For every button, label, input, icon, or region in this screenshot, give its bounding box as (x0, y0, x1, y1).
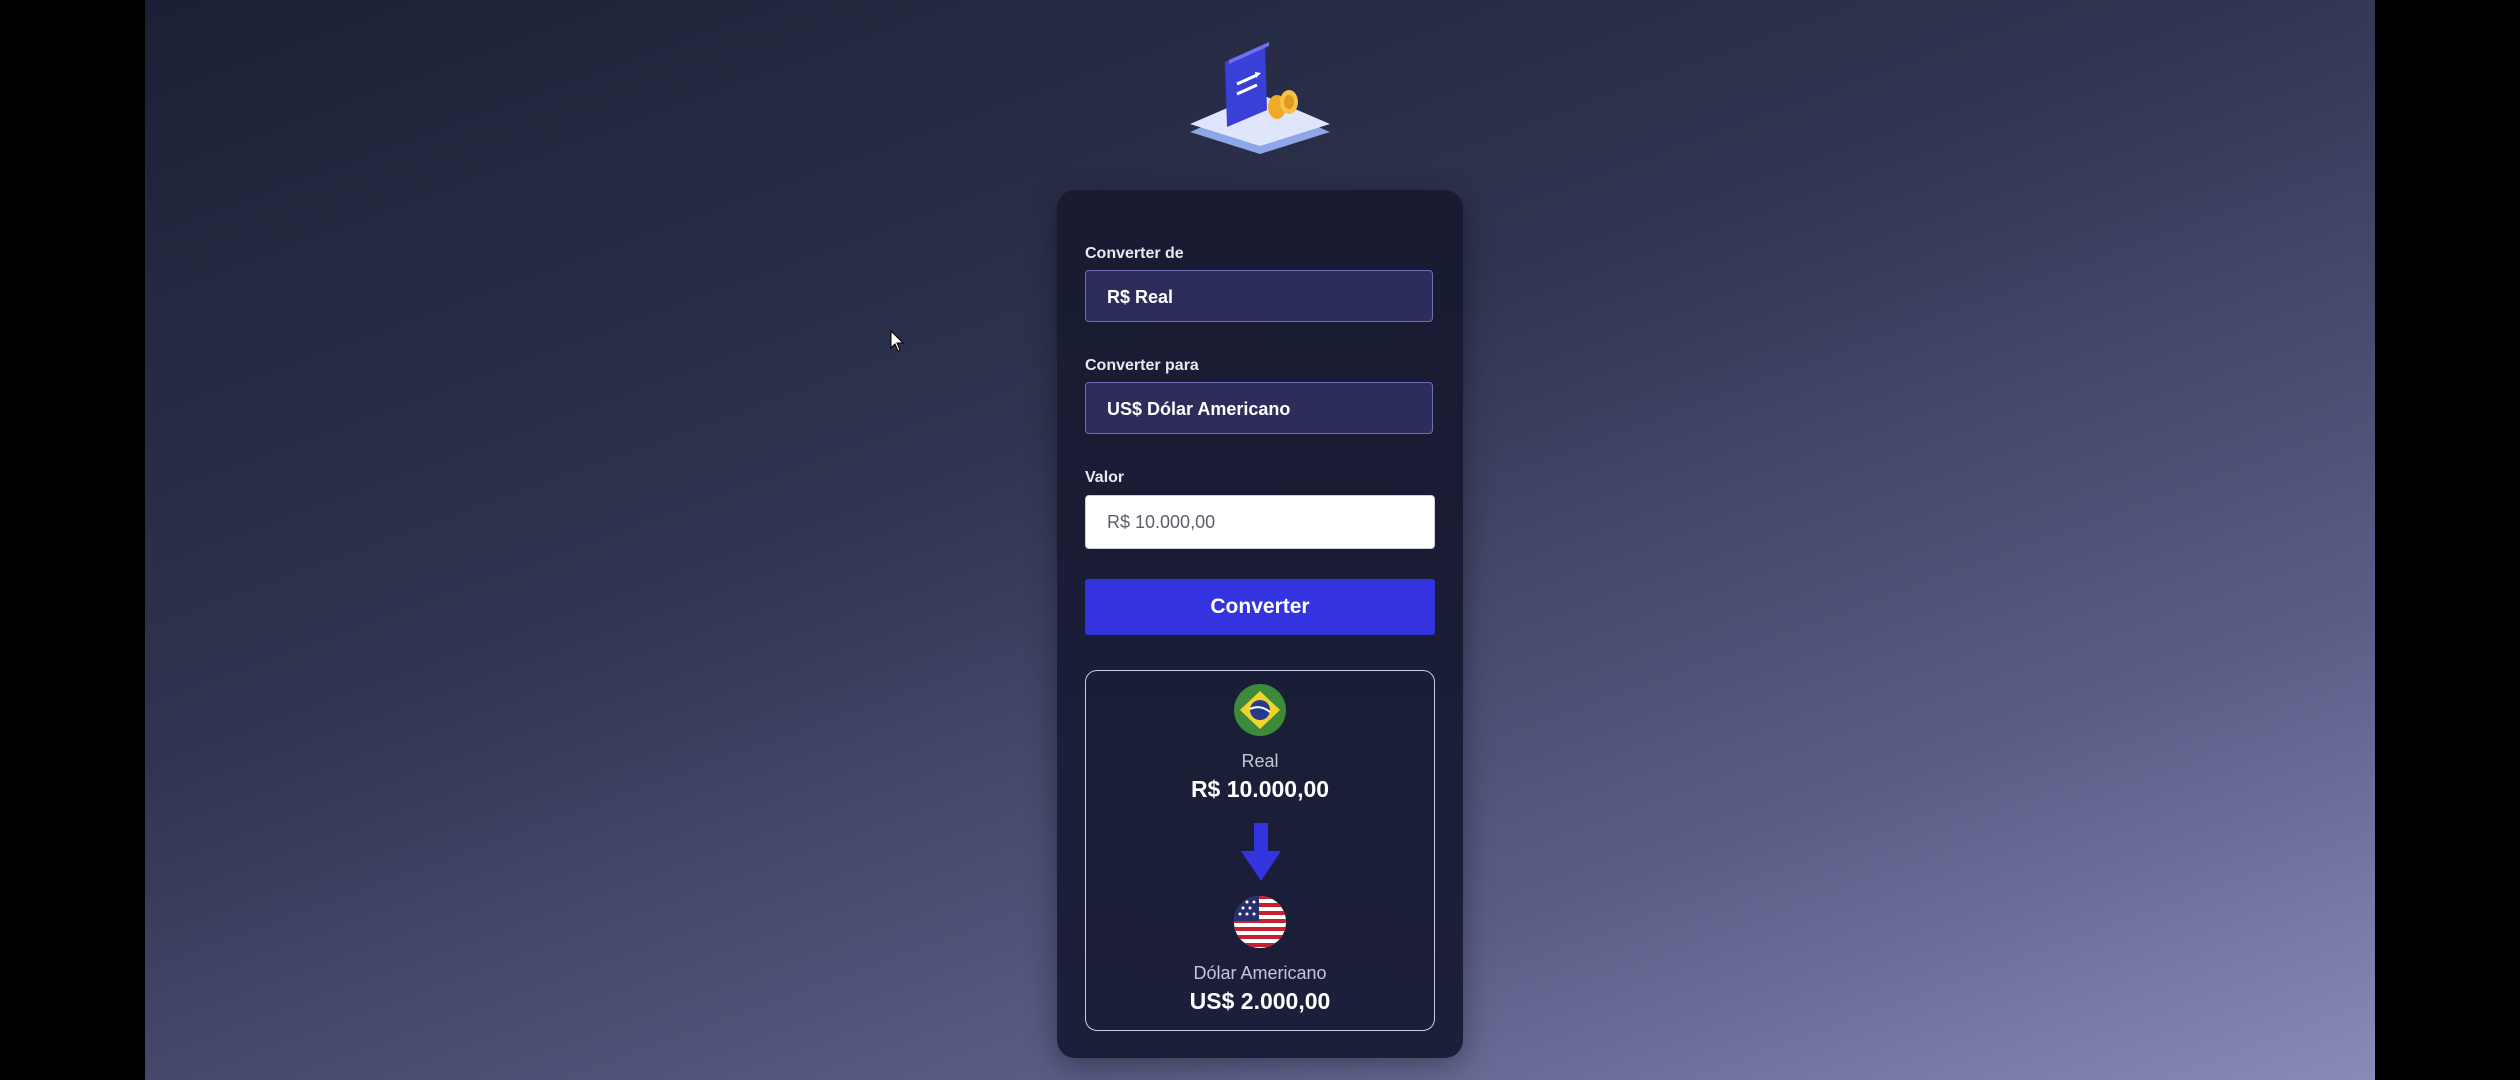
to-currency-value: US$ 2.000,00 (1189, 988, 1331, 1014)
convert-to-select[interactable]: US$ Dólar Americano (1085, 382, 1433, 434)
from-currency-name: Real (1241, 751, 1279, 771)
conversion-result-box: Real R$ 10.000,00 Dólar Americano US$ 2.… (1085, 670, 1435, 1031)
convert-from-label: Converter de (1085, 245, 1184, 262)
amount-input[interactable] (1085, 495, 1435, 549)
convert-button[interactable]: Converter (1085, 579, 1435, 635)
mouse-cursor-icon (890, 330, 905, 352)
brazil-flag-icon (1234, 684, 1286, 736)
convert-to-label: Converter para (1085, 357, 1199, 374)
page-background: Converter de R$ Real Converter para US$ … (145, 0, 2375, 1080)
usa-flag-icon (1234, 896, 1286, 948)
currency-exchange-logo-icon (1190, 42, 1330, 154)
converter-card: Converter de R$ Real Converter para US$ … (1057, 190, 1463, 1058)
to-currency-name: Dólar Americano (1193, 963, 1327, 983)
from-currency-value: R$ 10.000,00 (1190, 776, 1330, 802)
amount-label: Valor (1085, 469, 1125, 486)
convert-from-select[interactable]: R$ Real (1085, 270, 1433, 322)
arrow-down-icon (1241, 823, 1281, 881)
